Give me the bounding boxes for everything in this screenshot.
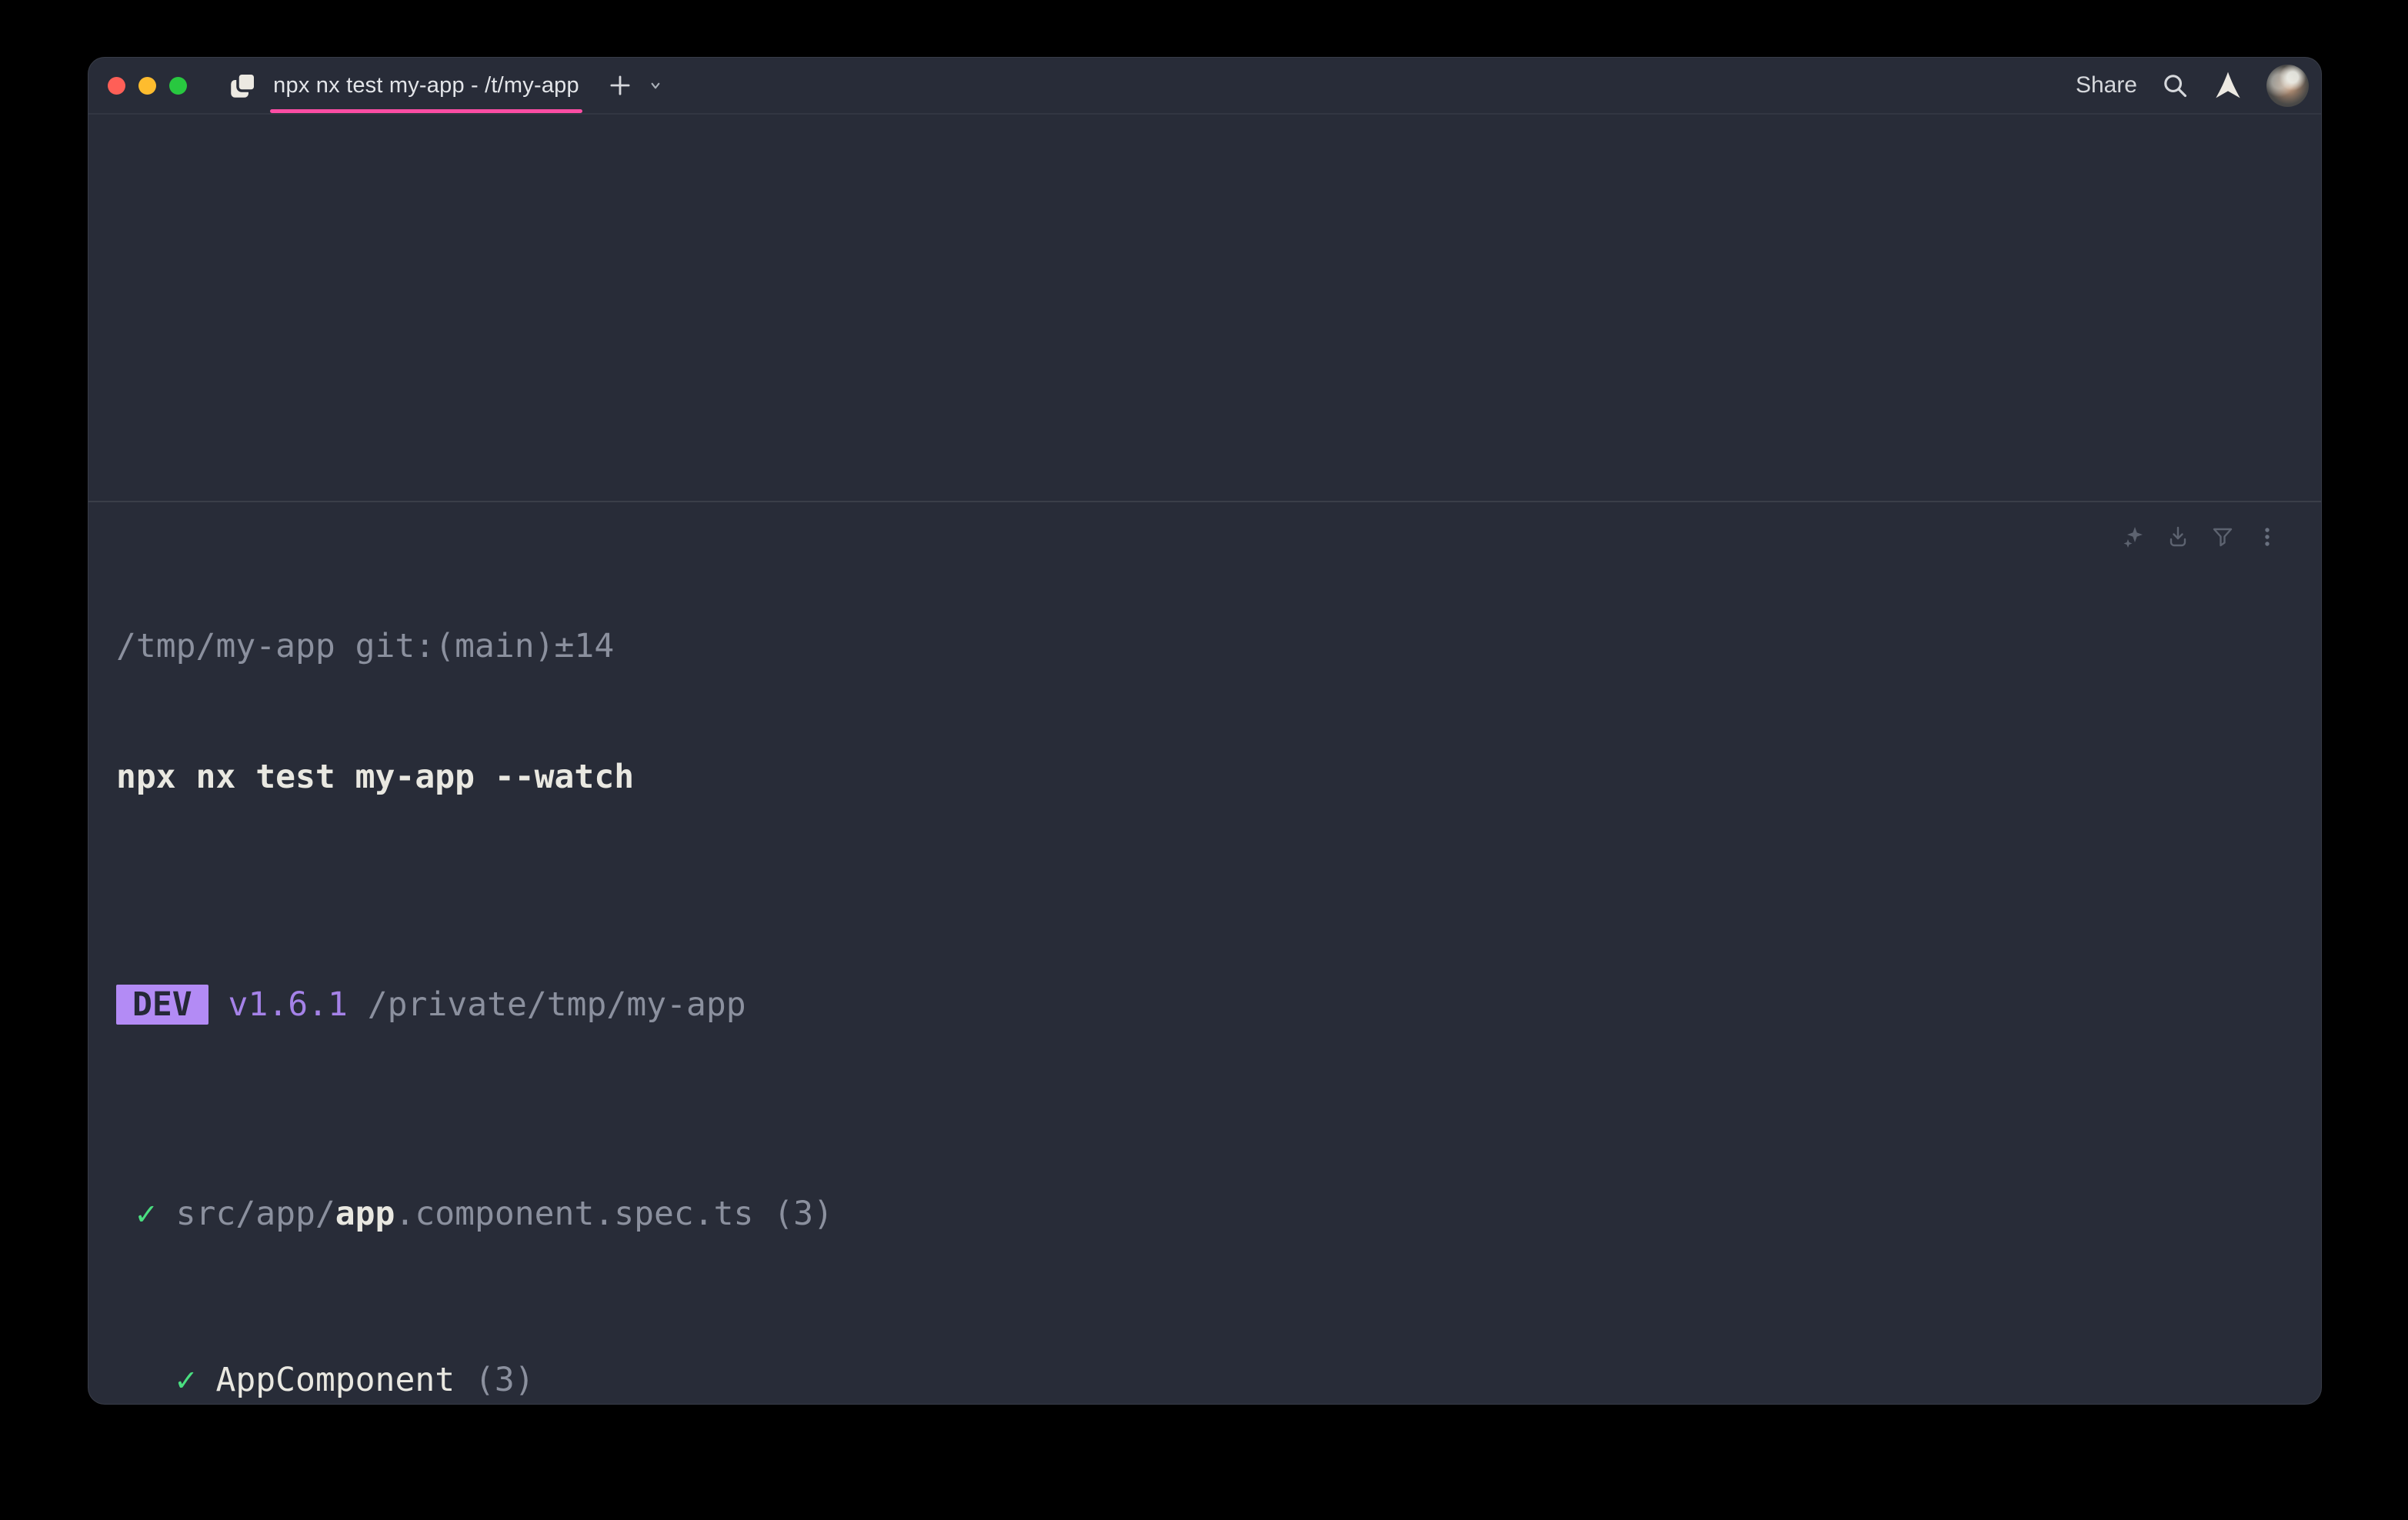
tab-active[interactable]: npx nx test my-app - /t/my-app [227,58,582,113]
titlebar-right: Share [2076,65,2309,107]
window-controls [108,77,187,95]
warp-logo-icon[interactable] [2213,70,2243,101]
prompt-line: /tmp/my-app git:(main)±14 [116,625,2298,667]
check-icon: ✓ [116,1361,215,1399]
spec-ext: .component.spec.ts [395,1195,773,1233]
tab-title: npx nx test my-app - /t/my-app [270,73,582,98]
dev-badge: DEV [116,985,208,1025]
active-tab-underline [270,109,582,113]
maximize-button[interactable] [169,77,187,95]
tab-actions [605,71,665,100]
spec-file-line: ✓ src/app/app.component.spec.ts (3) [116,1193,2298,1235]
suite-test-count: (3) [475,1361,535,1399]
minimize-button[interactable] [138,77,156,95]
terminal-window: npx nx test my-app - /t/my-app Share [88,57,2322,1405]
command-line[interactable]: npx nx test my-app --watch [116,756,2298,798]
close-button[interactable] [108,77,125,95]
check-icon: ✓ [116,1195,176,1233]
spec-test-count: (3) [773,1195,833,1233]
dev-server-line: DEV v1.6.1 /private/tmp/my-app [116,984,2298,1025]
project-path: /private/tmp/my-app [348,985,746,1024]
spec-dir: src/app/ [176,1195,335,1233]
share-button[interactable]: Share [2076,72,2137,98]
search-icon[interactable] [2160,71,2190,100]
titlebar: npx nx test my-app - /t/my-app Share [88,58,2321,115]
pages-icon [227,69,259,102]
vitest-version: v1.6.1 [208,985,348,1024]
chevron-down-icon[interactable] [645,75,665,95]
suite-name: AppComponent [215,1361,475,1399]
new-tab-button[interactable] [605,71,635,100]
block-divider [88,501,2321,502]
suite-line: ✓ AppComponent (3) [116,1359,2298,1401]
terminal-output: /tmp/my-app git:(main)±14 npx nx test my… [116,542,2298,1405]
avatar[interactable] [2266,65,2309,107]
spec-basename: app [335,1195,395,1233]
